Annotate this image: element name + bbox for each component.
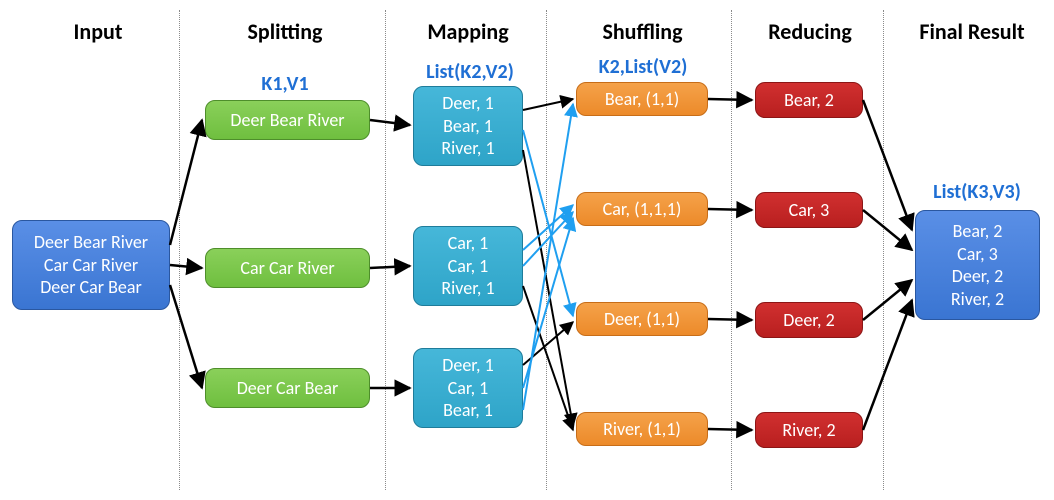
split-node: Deer Bear River	[205, 100, 370, 140]
shuffle-node: River, (1,1)	[576, 412, 708, 446]
map-line: Deer, 1	[420, 354, 516, 377]
stage-header-splitting: Splitting	[200, 18, 370, 45]
map-line: River, 1	[420, 277, 516, 300]
subheader-k2listv2: K2,List(V2)	[578, 55, 708, 79]
map-line: Deer, 1	[420, 92, 516, 115]
reduce-node: Bear, 2	[755, 82, 863, 118]
stage-header-mapping: Mapping	[393, 18, 543, 45]
reduce-text: Deer, 2	[762, 309, 856, 332]
shuffle-text: Bear, (1,1)	[583, 88, 701, 111]
split-node: Car Car River	[205, 248, 370, 288]
map-line: Bear, 1	[420, 399, 516, 422]
subheader-k1v1: K1,V1	[235, 72, 335, 96]
input-node: Deer Bear River Car Car River Deer Car B…	[12, 220, 170, 310]
input-line: Deer Car Bear	[19, 276, 163, 299]
map-node: Car, 1 Car, 1 River, 1	[413, 226, 523, 306]
map-node: Deer, 1 Car, 1 Bear, 1	[413, 348, 523, 428]
final-line: Deer, 2	[922, 265, 1033, 288]
split-node: Deer Car Bear	[205, 368, 370, 408]
map-line: Bear, 1	[420, 115, 516, 138]
shuffle-node: Bear, (1,1)	[576, 82, 708, 116]
split-text: Deer Bear River	[212, 109, 363, 132]
reduce-node: Deer, 2	[755, 302, 863, 338]
reduce-text: Bear, 2	[762, 89, 856, 112]
input-line: Deer Bear River	[19, 231, 163, 254]
final-node: Bear, 2 Car, 3 Deer, 2 River, 2	[915, 210, 1040, 320]
split-text: Car Car River	[212, 257, 363, 280]
map-line: River, 1	[420, 137, 516, 160]
input-line: Car Car River	[19, 254, 163, 277]
reduce-text: Car, 3	[762, 199, 856, 222]
reduce-node: River, 2	[755, 412, 863, 448]
reduce-node: Car, 3	[755, 192, 863, 228]
shuffle-node: Deer, (1,1)	[576, 302, 708, 336]
reduce-text: River, 2	[762, 419, 856, 442]
map-line: Car, 1	[420, 255, 516, 278]
stage-header-reducing: Reducing	[740, 18, 880, 45]
shuffle-text: Deer, (1,1)	[583, 308, 701, 331]
shuffle-text: Car, (1,1,1)	[583, 198, 701, 221]
subheader-listk2v2: List(K2,V2)	[410, 60, 530, 84]
stage-header-input: Input	[23, 18, 173, 45]
map-line: Car, 1	[420, 232, 516, 255]
stage-header-shuffling: Shuffling	[560, 18, 725, 45]
map-node: Deer, 1 Bear, 1 River, 1	[413, 86, 523, 166]
map-line: Car, 1	[420, 377, 516, 400]
split-text: Deer Car Bear	[212, 377, 363, 400]
shuffle-node: Car, (1,1,1)	[576, 192, 708, 226]
final-line: Car, 3	[922, 243, 1033, 266]
shuffle-text: River, (1,1)	[583, 418, 701, 441]
final-line: River, 2	[922, 288, 1033, 311]
stage-header-final: Final Result	[893, 18, 1051, 45]
final-line: Bear, 2	[922, 220, 1033, 243]
subheader-listk3v3: List(K3,V3)	[917, 180, 1037, 204]
